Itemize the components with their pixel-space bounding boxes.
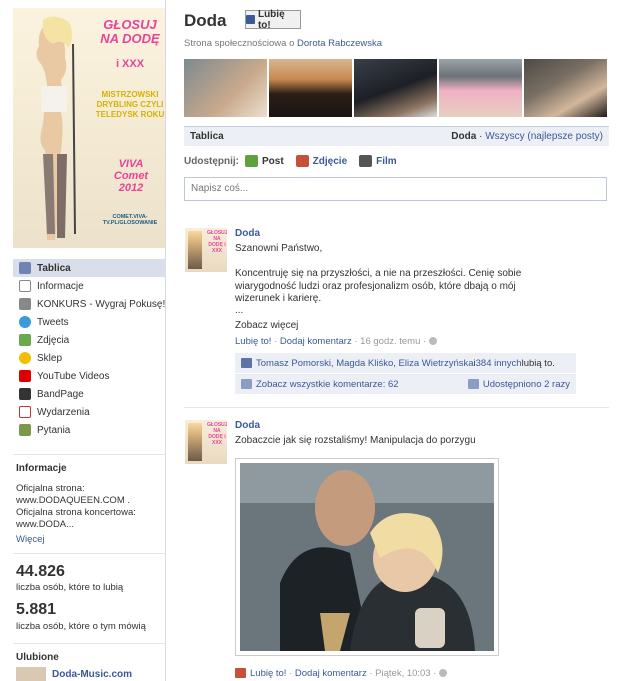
divider [13, 454, 166, 455]
vote-category: MISTRZOWSKI DRYBLING CZYLI TELEDYSK ROKU [95, 90, 165, 119]
photo-thumb[interactable] [269, 59, 352, 117]
post-time[interactable]: 16 godz. temu [360, 336, 420, 347]
profile-picture[interactable]: GŁOSUJ NA DODĘ i XXX MISTRZOWSKI DRYBLIN… [13, 8, 165, 248]
post-photo-image [240, 463, 494, 651]
globe-icon [428, 337, 437, 346]
likes-count: 44.826 [16, 563, 65, 580]
talking-label: liczba osób, które o tym mówią [16, 621, 146, 632]
info-more-link[interactable]: Więcej [16, 534, 45, 545]
nav-item-youtube[interactable]: YouTube Videos [13, 367, 166, 385]
share-icon [467, 379, 479, 390]
post-author-avatar[interactable]: GŁOSUJ NA DODĘ i XXX [185, 420, 227, 464]
photo-icon [235, 668, 246, 679]
shares-link[interactable]: Udostępniono 2 razy [467, 379, 570, 390]
nav-item-zdjecia[interactable]: Zdjęcia [13, 331, 166, 349]
share-video-button[interactable]: Film [359, 155, 397, 167]
vote-subline: i XXX [115, 58, 145, 70]
nav-item-sklep[interactable]: Sklep [13, 349, 166, 367]
left-sidebar: GŁOSUJ NA DODĘ i XXX MISTRZOWSKI DRYBLIN… [0, 0, 166, 681]
share-photo-button[interactable]: Zdjęcie [295, 155, 347, 167]
shop-icon [19, 352, 31, 364]
like-page-button[interactable]: Lubię to! [245, 9, 301, 31]
post-time[interactable]: Piątek, 10:03 [375, 668, 430, 679]
nav-item-informacje[interactable]: Informacje [13, 277, 166, 295]
subtitle-link[interactable]: Dorota Rabczewska [297, 38, 382, 49]
comments-summary: Zobacz wszystkie komentarze: 62 Udostępn… [235, 374, 576, 394]
nav-item-konkurs[interactable]: KONKURS - Wygraj Pokusę! [13, 295, 166, 313]
comet-logo-text: VIVA Comet 2012 [113, 158, 149, 194]
page-subtitle: Strona społecznościowa o Dorota Rabczews… [184, 38, 383, 49]
thumbs-up-icon [246, 15, 255, 24]
share-label: Udostępnij: [184, 155, 239, 167]
wall-tab-bar: Tablica Doda · Wszyscy (najlepsze posty) [184, 126, 609, 146]
composer-input[interactable]: Napisz coś... [184, 177, 607, 201]
wall-filter-option[interactable]: Wszyscy (najlepsze posty) [485, 131, 603, 142]
globe-icon [439, 669, 448, 678]
likes-others-link[interactable]: 384 innych [476, 358, 522, 369]
info-icon [19, 280, 31, 292]
wall-tab-title: Tablica [190, 131, 224, 142]
singer-image [36, 16, 76, 240]
post-greeting: Szanowni Państwo, [235, 243, 323, 254]
post-body: Koncentruję się na przyszłości, a nie na… [235, 268, 522, 304]
thumbs-up-icon [241, 358, 252, 368]
comment-link[interactable]: Dodaj komentarz [295, 668, 367, 679]
post-actions: Lubię to! · Dodaj komentarz · 16 godz. t… [235, 336, 437, 347]
comment-link[interactable]: Dodaj komentarz [280, 336, 352, 347]
nav-item-wydarzenia[interactable]: Wydarzenia [13, 403, 166, 421]
nav-item-bandpage[interactable]: BandPage [13, 385, 166, 403]
calendar-icon [19, 406, 31, 418]
talking-count: 5.881 [16, 601, 57, 618]
comment-icon [241, 379, 252, 390]
photos-icon [19, 334, 31, 346]
wall-filter: Doda · Wszyscy (najlepsze posty) [451, 131, 603, 142]
page-title: Doda [184, 11, 227, 30]
contest-icon [19, 298, 31, 310]
divider [184, 407, 609, 408]
photo-thumb[interactable] [524, 59, 607, 117]
like-post-link[interactable]: Lubię to! [235, 336, 271, 347]
youtube-icon [19, 370, 31, 382]
share-bar: Udostępnij: Post Zdjęcie Film [184, 155, 409, 167]
couple-photo [240, 463, 494, 651]
page-nav: Tablica Informacje KONKURS - Wygraj Poku… [13, 259, 166, 439]
share-post-button[interactable]: Post [245, 155, 284, 167]
nav-item-pytania[interactable]: Pytania [13, 421, 166, 439]
post-photo[interactable] [235, 458, 499, 656]
post-body: Zobaczcie jak się rozstaliśmy! Manipulac… [235, 435, 476, 446]
favorite-thumbnail [16, 667, 46, 681]
post-icon [245, 155, 258, 167]
likes-label: liczba osób, które to lubią [16, 582, 124, 593]
info-heading: Informacje [16, 463, 67, 474]
see-more-link[interactable]: Zobacz więcej [235, 320, 298, 333]
favorite-item[interactable]: Doda-Music.com [16, 667, 156, 681]
post-author-avatar[interactable]: GŁOSUJ NA DODĘ i XXX [185, 228, 227, 272]
vote-url: COMET.VIVA-TV.PL/GLOSOWANIE [102, 214, 158, 226]
photo-icon [295, 155, 309, 167]
photo-thumb[interactable] [354, 59, 437, 117]
favorites-heading: Ulubione [16, 652, 59, 663]
photo-strip [184, 59, 607, 117]
wall-icon [19, 262, 31, 274]
questions-icon [19, 424, 31, 436]
nav-item-tablica[interactable]: Tablica [13, 259, 166, 277]
post-ellipsis: ... [235, 305, 244, 316]
nav-item-tweets[interactable]: Tweets [13, 313, 166, 331]
photo-thumb[interactable] [439, 59, 522, 117]
post-actions: Lubię to! · Dodaj komentarz · Piątek, 10… [235, 668, 448, 679]
video-icon [359, 155, 373, 167]
bandpage-icon [19, 388, 31, 400]
divider [13, 643, 166, 644]
post-author[interactable]: Doda [235, 228, 260, 239]
view-comments-link[interactable]: Zobacz wszystkie komentarze: 62 [241, 379, 399, 390]
divider [13, 553, 166, 554]
twitter-bird-icon [19, 316, 31, 328]
post-author[interactable]: Doda [235, 420, 260, 431]
vote-headline: GŁOSUJ NA DODĘ [100, 17, 160, 46]
photo-thumb[interactable] [184, 59, 267, 117]
likes-summary: Tomasz Pomorski, Magda Kliśko, Eliza Wie… [235, 353, 576, 373]
info-text: Oficjalna strona: www.DODAQUEEN.COM . Of… [16, 483, 136, 530]
like-post-link[interactable]: Lubię to! [250, 668, 286, 679]
